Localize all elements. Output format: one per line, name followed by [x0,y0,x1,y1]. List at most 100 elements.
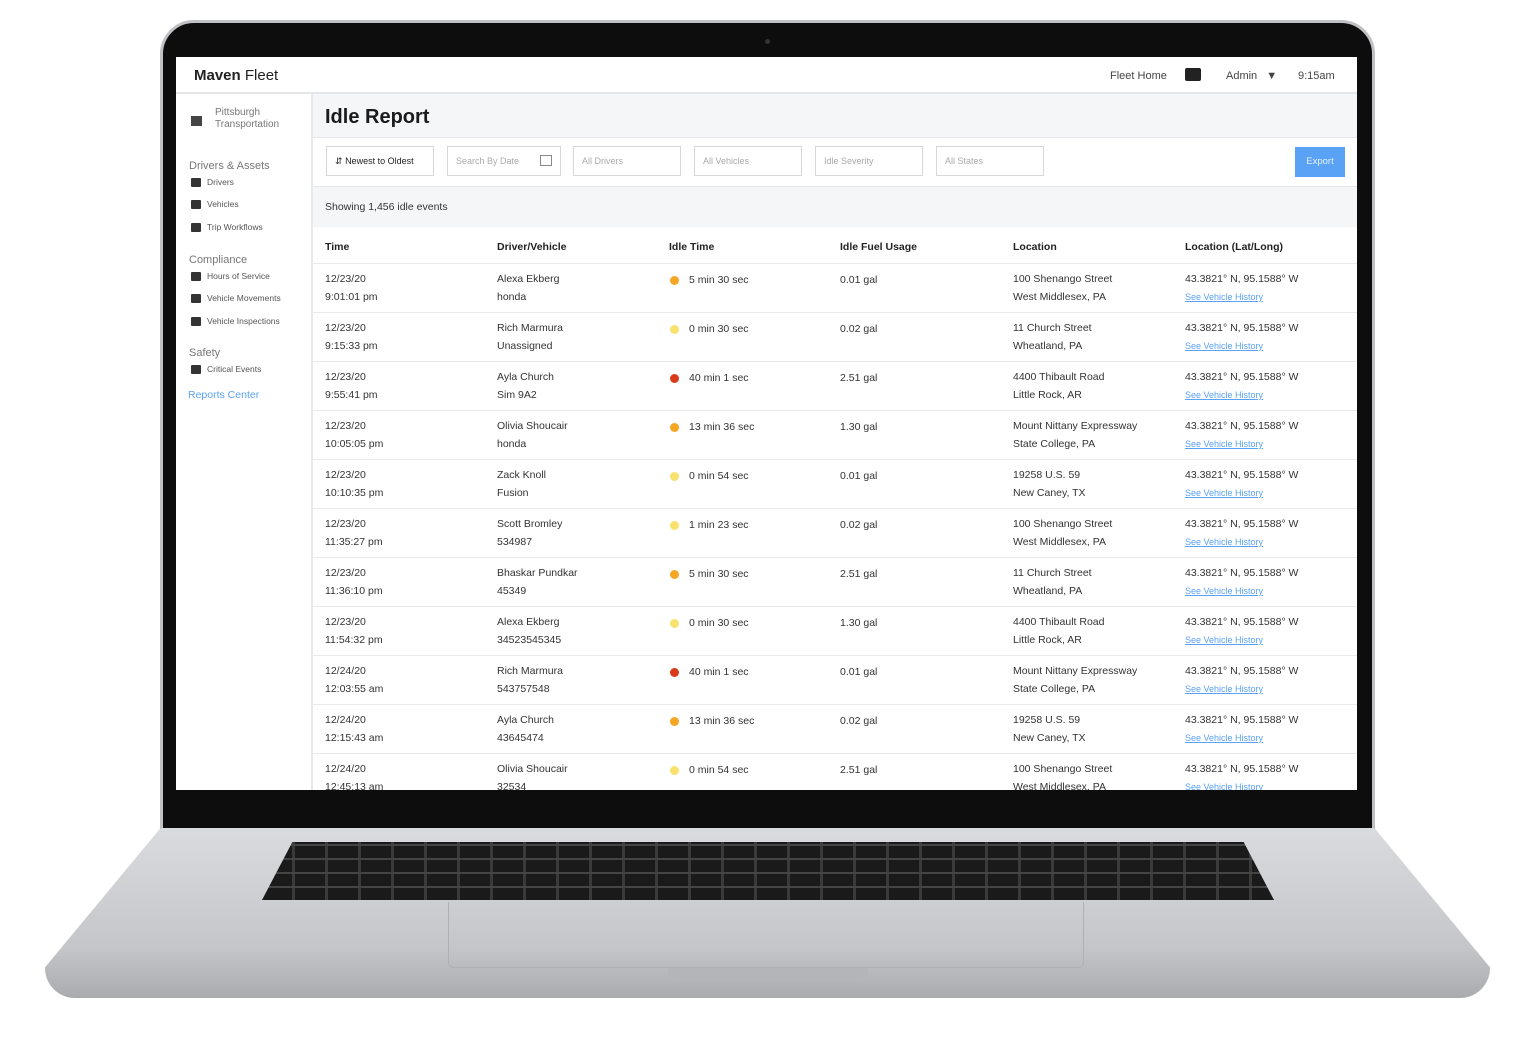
table-row[interactable]: 12/23/20 9:15:33 pm Rich Marmura Unassigne… [313,312,1357,361]
table-row[interactable]: 12/23/20 10:05:05 pm Olivia Shoucair honda… [313,410,1357,459]
sidebar-item[interactable]: Drivers [191,177,234,187]
idle-time: 1 min 23 sec [689,519,749,531]
fleet-home-link[interactable]: Fleet Home [1110,70,1167,82]
driver-name: Olivia Shoucair [497,763,568,775]
driver-cell: Scott Bromley 534987 [497,515,562,551]
date-search-input[interactable]: Search By Date [447,146,561,176]
idle-time: 40 min 1 sec [689,372,749,384]
address: Mount Nittany Expressway [1013,665,1138,677]
vehicle-history-link[interactable]: See Vehicle History [1185,386,1298,404]
location-cell: 4400 Thibault Road Little Rock, AR [1013,613,1104,649]
reports-center-link[interactable]: Reports Center [188,389,259,401]
city: New Caney, TX [1013,732,1086,744]
time-cell: 12/23/20 9:15:33 pm [325,319,378,355]
vehicle-history-link[interactable]: See Vehicle History [1185,435,1298,453]
sort-dropdown[interactable]: ⇵ Newest to Oldest [326,146,434,176]
table-row[interactable]: 12/24/20 12:03:55 am Rich Marmura 54375754… [313,655,1357,704]
idle-time: 0 min 30 sec [689,323,749,335]
idle-time: 5 min 30 sec [689,568,749,580]
table-row[interactable]: 12/23/20 9:01:01 pm Alexa Ekberg honda 5 m… [313,263,1357,312]
webcam [765,39,770,44]
fuel-usage: 0.02 gal [840,715,878,727]
date: 12/23/20 [325,420,366,432]
lid-notch [668,968,868,982]
states-filter[interactable]: All States [936,146,1044,176]
date: 12/23/20 [325,371,366,383]
table-row[interactable]: 12/24/20 12:45:13 am Olivia Shoucair 32534… [313,753,1357,790]
time: 11:36:10 pm [325,585,383,597]
date: 12/24/20 [325,665,366,677]
calendar-icon[interactable] [540,155,552,166]
address: 100 Shenango Street [1013,518,1113,530]
vehicle-history-link[interactable]: See Vehicle History [1185,337,1298,355]
chat-icon[interactable] [1185,68,1201,81]
column-header[interactable]: Idle Fuel Usage [840,241,917,253]
vehicle-history-link[interactable]: See Vehicle History [1185,778,1298,790]
driver-name: Alexa Ekberg [497,273,560,285]
idle-time: 0 min 54 sec [689,764,749,776]
driver-name: Scott Bromley [497,518,563,530]
page-title: Idle Report [325,106,430,128]
time-cell: 12/23/20 9:01:01 pm [325,270,378,306]
vehicle-history-link[interactable]: See Vehicle History [1185,533,1298,551]
sidebar-item[interactable]: Trip Workflows [191,222,263,232]
vehicle-name: 534987 [497,536,533,548]
brand-light: Fleet [244,67,279,84]
fuel-usage: 2.51 gal [840,568,878,580]
column-header[interactable]: Location [1013,241,1057,253]
export-button[interactable]: Export [1295,147,1345,177]
clock: 9:15am [1298,70,1335,82]
driver-cell: Rich Marmura Unassigned [497,319,563,355]
table-row[interactable]: 12/23/20 11:36:10 pm Bhaskar Pundkar 45349… [313,557,1357,606]
column-header[interactable]: Idle Time [669,241,714,253]
severity-dot [670,374,679,383]
sidebar-item[interactable]: Vehicles [191,199,239,209]
coordinates: 43.3821° N, 95.1588° W [1185,322,1299,334]
address: 19258 U.S. 59 [1013,469,1081,481]
driver-name: Alexa Ekberg [497,616,560,628]
time-cell: 12/23/20 11:54:32 pm [325,613,383,649]
severity-filter[interactable]: Idle Severity [815,146,923,176]
fuel-usage: 1.30 gal [840,421,878,433]
latlong-cell: 43.3821° N, 95.1588° W See Vehicle Histor… [1185,417,1298,453]
sidebar-item[interactable]: Hours of Service [191,271,270,281]
severity-dot [670,521,679,530]
latlong-cell: 43.3821° N, 95.1588° W See Vehicle Histor… [1185,564,1298,600]
vehicle-history-link[interactable]: See Vehicle History [1185,680,1298,698]
idle-time: 5 min 30 sec [689,274,749,286]
idle-time: 0 min 30 sec [689,617,749,629]
table-row[interactable]: 12/24/20 12:15:43 am Ayla Church 43645474 … [313,704,1357,753]
vehicle-history-link[interactable]: See Vehicle History [1185,288,1298,306]
time: 11:54:32 pm [325,634,383,646]
location-cell: 100 Shenango Street West Middlesex, PA [1013,515,1112,551]
sidebar-item[interactable]: Critical Events [191,364,261,374]
idle-time: 40 min 1 sec [689,666,749,678]
latlong-cell: 43.3821° N, 95.1588° W See Vehicle Histor… [1185,711,1298,747]
driver-name: Ayla Church [497,714,555,726]
drivers-filter[interactable]: All Drivers [573,146,681,176]
idle-time: 13 min 36 sec [689,421,755,433]
vehicle-history-link[interactable]: See Vehicle History [1185,484,1298,502]
admin-menu[interactable]: Admin ▼ [1226,70,1277,82]
table-row[interactable]: 12/23/20 10:10:35 pm Zack Knoll Fusion 0 m… [313,459,1357,508]
brand-logo[interactable]: Maven Fleet [194,67,278,84]
latlong-cell: 43.3821° N, 95.1588° W See Vehicle Histor… [1185,368,1298,404]
org-name[interactable]: Pittsburgh Transportation [215,107,279,131]
vehicles-filter[interactable]: All Vehicles [694,146,802,176]
driver-cell: Ayla Church 43645474 [497,711,554,747]
vehicle-history-link[interactable]: See Vehicle History [1185,582,1298,600]
sidebar-item[interactable]: Vehicle Inspections [191,316,280,326]
column-header[interactable]: Time [325,241,349,253]
sidebar-item-label: Trip Workflows [207,222,263,232]
fuel-usage: 0.01 gal [840,470,878,482]
sidebar-item[interactable]: Vehicle Movements [191,293,281,303]
table-row[interactable]: 12/23/20 11:35:27 pm Scott Bromley 534987 … [313,508,1357,557]
date: 12/23/20 [325,322,366,334]
table-row[interactable]: 12/23/20 11:54:32 pm Alexa Ekberg 34523545… [313,606,1357,655]
column-header[interactable]: Driver/Vehicle [497,241,566,253]
fuel-usage: 0.01 gal [840,666,878,678]
vehicle-history-link[interactable]: See Vehicle History [1185,631,1298,649]
table-row[interactable]: 12/23/20 9:55:41 pm Ayla Church Sim 9A2 40… [313,361,1357,410]
vehicle-history-link[interactable]: See Vehicle History [1185,729,1298,747]
column-header[interactable]: Location (Lat/Long) [1185,241,1283,253]
